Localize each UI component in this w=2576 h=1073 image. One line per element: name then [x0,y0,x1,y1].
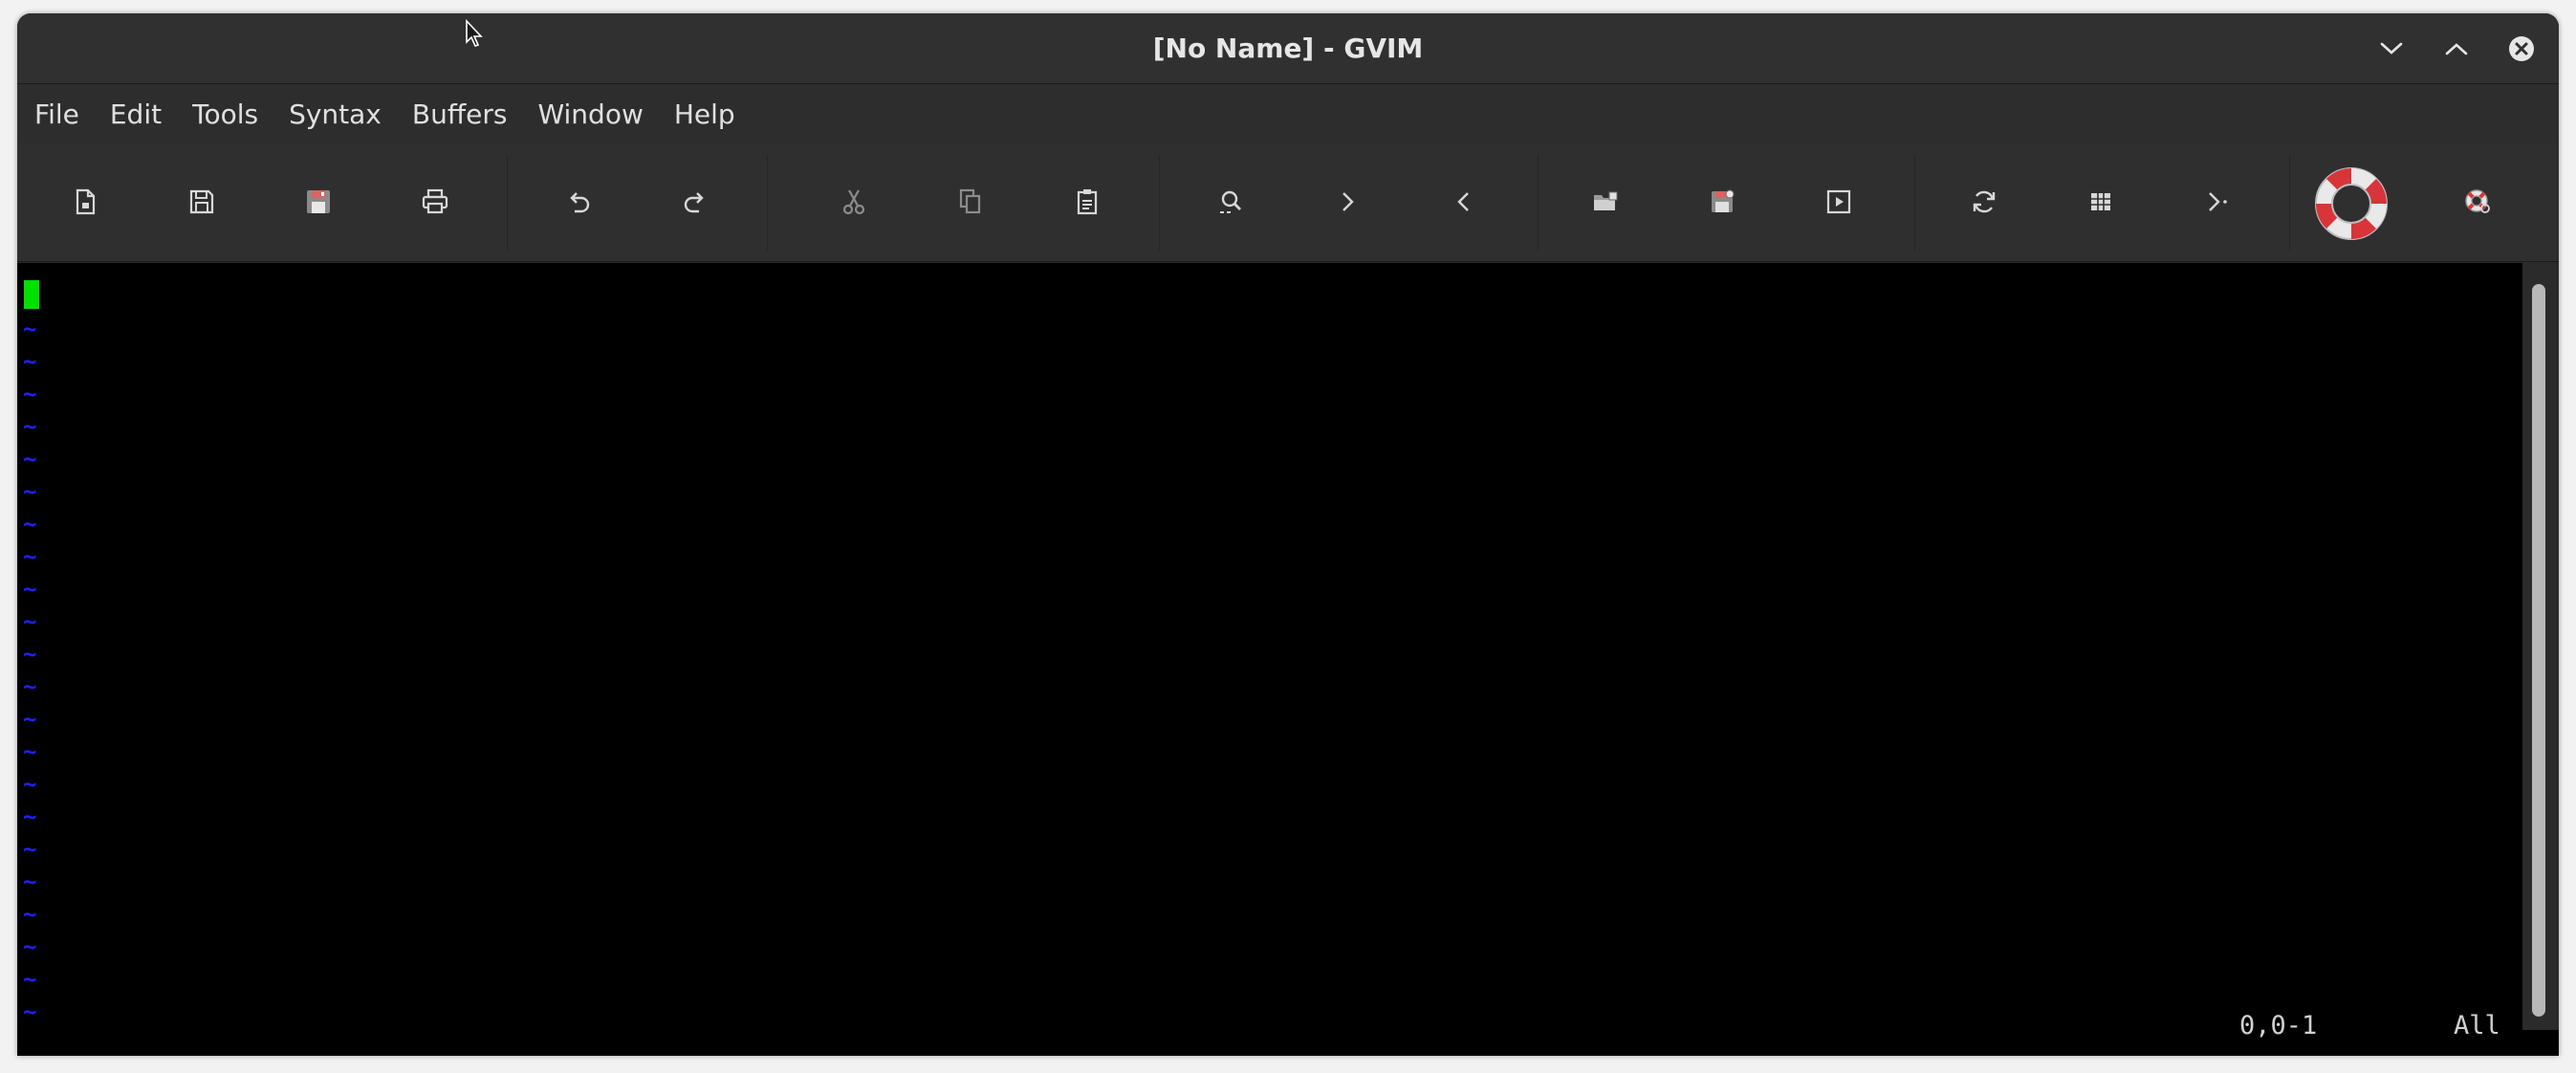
mouse-pointer-icon [466,19,483,47]
empty-line-marker: ~ [23,966,37,993]
chevron-down-icon [2380,42,2403,55]
empty-line-marker: ~ [23,446,37,472]
menu-bar: File Edit Tools Syntax Buffers Window He… [17,84,2559,143]
empty-line-marker: ~ [23,316,37,342]
vertical-scrollbar[interactable] [2524,263,2559,1030]
redo-icon [684,192,704,213]
empty-line-marker: ~ [23,901,37,928]
gvim-window: [No Name] - GVIM File Edit Tools Syntax … [17,13,2559,1056]
empty-line-marker: ~ [23,706,37,733]
empty-line-marker: ~ [23,576,37,602]
print-icon [422,188,448,214]
empty-line-marker: ~ [23,771,37,798]
menu-buffers[interactable]: Buffers [412,93,508,136]
find-help-button[interactable] [2448,172,2507,231]
load-session-icon [1594,191,1618,210]
close-icon [2509,36,2534,61]
cut-icon [842,189,865,215]
scroll-position: All [2454,1011,2500,1040]
save-button[interactable] [172,172,231,231]
empty-line-marker: ~ [23,836,37,863]
empty-line-marker: ~ [23,413,37,440]
empty-line-marker: ~ [23,478,37,505]
empty-line-marker: ~ [23,381,37,407]
empty-line-marker: ~ [23,933,37,960]
menu-file[interactable]: File [34,93,79,136]
menu-tools[interactable]: Tools [192,93,258,136]
chevron-up-icon [2445,43,2468,55]
toolbar-separator [1914,155,1915,251]
redo-button[interactable] [666,172,725,231]
menu-window[interactable]: Window [537,93,643,136]
paste-icon [1077,189,1098,215]
terminal-prompt-icon [2209,192,2227,211]
empty-line-marker: ~ [23,608,37,635]
copy-button[interactable] [941,172,1000,231]
scrollbar-thumb[interactable] [2532,284,2545,1017]
maximize-button[interactable] [2438,31,2475,67]
undo-icon [570,192,590,213]
toolbar-separator [2289,155,2290,251]
chevron-left-icon [1457,192,1469,211]
save-all-icon [307,190,330,213]
load-session-button[interactable] [1576,172,1635,231]
editor-area[interactable]: ~ ~ ~ ~ ~ ~ ~ ~ ~ ~ ~ ~ ~ ~ ~ ~ ~ ~ ~ ~ ~ ~ [17,263,2522,1030]
print-button[interactable] [405,172,465,231]
find-button[interactable] [1201,172,1260,231]
save-all-button[interactable] [289,172,348,231]
find-previous-button[interactable] [1434,172,1494,231]
empty-line-marker: ~ [23,998,37,1025]
copy-icon [959,188,981,214]
paste-button[interactable] [1058,172,1117,231]
empty-line-marker: ~ [23,543,37,570]
empty-line-markers: ~ ~ ~ ~ ~ ~ ~ ~ ~ ~ ~ ~ ~ ~ ~ ~ ~ ~ ~ ~ ~ ~ [23,313,36,1028]
cut-button[interactable] [824,172,884,231]
toolbar-separator [1538,155,1539,251]
empty-line-marker: ~ [23,803,37,830]
run-script-button[interactable] [1809,172,1868,231]
cursor-position: 0,0-1 [2239,1011,2318,1040]
menu-syntax[interactable]: Syntax [289,93,382,136]
make-button[interactable] [1954,172,2014,231]
title-bar: [No Name] - GVIM [17,13,2559,84]
command-line [17,1030,2559,1056]
save-session-button[interactable] [1692,172,1752,231]
empty-line-marker: ~ [23,641,37,668]
refresh-icon [1973,190,1996,213]
toolbar [17,143,2559,262]
text-cursor [24,280,39,309]
empty-line-marker: ~ [23,511,37,537]
table-icon [2091,193,2110,210]
empty-line-marker: ~ [23,673,37,700]
empty-line-marker: ~ [23,738,37,765]
build-tags-button[interactable] [2071,172,2130,231]
menu-help[interactable]: Help [674,93,735,136]
help-button[interactable] [2310,163,2392,245]
help-search-icon [2465,189,2490,213]
lifebuoy-icon [2315,167,2388,240]
chevron-right-icon [1343,192,1354,211]
find-icon [1220,190,1241,213]
empty-line-marker: ~ [23,868,37,895]
toolbar-separator [1159,155,1160,251]
save-icon [189,189,214,214]
new-file-icon [76,188,96,215]
close-button[interactable] [2503,31,2540,67]
window-title: [No Name] - GVIM [1152,33,1424,64]
run-script-icon [1826,189,1851,214]
find-next-button[interactable] [1318,172,1377,231]
minimize-button[interactable] [2373,31,2410,67]
toolbar-separator [507,155,508,251]
new-file-button[interactable] [55,172,115,231]
menu-edit[interactable]: Edit [110,93,162,136]
toolbar-separator [767,155,768,251]
jump-to-tag-button[interactable] [2188,172,2247,231]
save-session-icon [1712,189,1735,212]
undo-button[interactable] [549,172,608,231]
empty-line-marker: ~ [23,348,37,375]
